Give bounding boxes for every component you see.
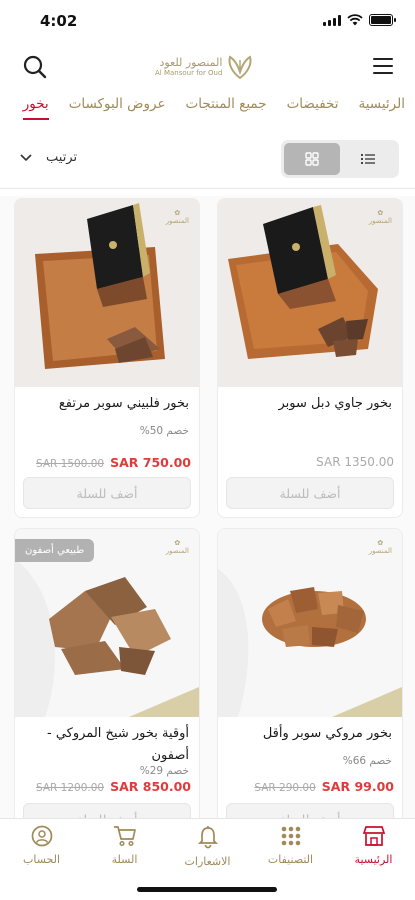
product-price: SAR 99.00	[321, 779, 394, 794]
logo-english: Al Mansour for Oud	[155, 69, 223, 77]
grid-icon	[305, 152, 319, 166]
product-old-price: SAR 1200.00	[36, 782, 105, 794]
product-old-price: SAR 1500.00	[36, 458, 105, 470]
nav-label: التصنيفات	[267, 853, 314, 866]
price-row: SAR 1500.00 SAR 750.00	[23, 455, 191, 470]
nav-home[interactable]: الرئيسية	[332, 825, 415, 868]
tab-incense[interactable]: بخور	[22, 96, 49, 120]
price-row: SAR 1350.00	[226, 455, 394, 469]
watermark-logo: ✿ المنصور	[368, 209, 392, 225]
product-image: ✿ المنصور	[15, 199, 199, 387]
sort-label: ترتيب	[46, 150, 78, 165]
product-card[interactable]: ✿ المنصور بخور مروكي سوبر وأقل خصم 66% SA…	[217, 528, 403, 818]
product-title[interactable]: بخور مروكي سوبر وأقل	[226, 723, 392, 745]
discount-label: خصم 66%	[342, 755, 392, 767]
product-title[interactable]: أوقية بخور شيخ المروكي - أصفون	[23, 723, 189, 767]
add-to-cart-button[interactable]: أضف للسلة	[226, 477, 394, 509]
product-title[interactable]: بخور جاوي دبل سوبر	[226, 393, 392, 415]
signal-icon	[323, 14, 341, 26]
nav-label: الرئيسية	[354, 853, 393, 866]
nav-notifications[interactable]: الاشعارات	[166, 825, 249, 868]
home-indicator	[137, 887, 277, 892]
nav-cart[interactable]: السلة	[83, 825, 166, 868]
app-header: المنصور للعود Al Mansour for Oud	[0, 44, 415, 90]
product-grid: ✿ المنصور بخور جاوي دبل سوبر SAR 1350.00 …	[0, 196, 415, 818]
search-icon	[23, 55, 47, 79]
product-price: SAR 1350.00	[316, 455, 394, 469]
wifi-icon	[347, 14, 363, 26]
logo-emblem-icon	[228, 55, 252, 80]
add-to-cart-button[interactable]: أضف للسلة	[23, 477, 191, 509]
list-view-button[interactable]	[340, 143, 396, 175]
product-title[interactable]: بخور فلبيني سوبر مرتفع	[23, 393, 189, 415]
discount-label: خصم 50%	[139, 425, 189, 437]
product-card[interactable]: ✿ المنصور طبيعي أصفون أوقية بخور شيخ المر…	[14, 528, 200, 818]
search-button[interactable]	[22, 54, 48, 80]
status-time: 4:02	[40, 12, 78, 30]
product-badge: طبيعي أصفون	[15, 539, 95, 562]
bell-icon	[197, 826, 218, 849]
product-image: ✿ المنصور طبيعي أصفون	[15, 529, 199, 717]
tab-discounts[interactable]: تخفيضات	[287, 96, 339, 120]
logo-text: المنصور للعود Al Mansour for Oud	[155, 56, 222, 78]
menu-line	[373, 58, 393, 60]
tab-all-products[interactable]: جميع المنتجات	[186, 96, 267, 120]
product-old-price: SAR 290.00	[254, 782, 316, 794]
price-row: SAR 290.00 SAR 99.00	[226, 779, 394, 794]
product-image: ✿ المنصور	[218, 199, 402, 387]
nav-label: الحساب	[22, 853, 61, 866]
menu-button[interactable]	[373, 58, 393, 74]
discount-label: خصم 29%	[139, 765, 189, 777]
nav-label: السلة	[111, 853, 138, 866]
battery-icon	[369, 14, 396, 26]
brand-logo[interactable]: المنصور للعود Al Mansour for Oud	[155, 52, 259, 82]
product-price: SAR 750.00	[110, 455, 191, 470]
product-image: ✿ المنصور	[218, 529, 402, 717]
watermark-logo: ✿ المنصور	[165, 209, 189, 225]
status-bar: 4:02	[0, 0, 415, 44]
logo-arabic: المنصور للعود	[159, 56, 223, 69]
view-sort-row: ترتيب	[0, 138, 415, 182]
add-to-cart-button[interactable]: أضف للسلة	[23, 803, 191, 818]
status-icons	[323, 14, 396, 26]
sort-button[interactable]: ترتيب	[20, 150, 77, 165]
view-toggle	[281, 140, 399, 178]
bottom-nav: الرئيسية التصنيفات الاشعارات السلة الحسا…	[0, 818, 415, 900]
chevron-down-icon	[20, 153, 32, 161]
price-row: SAR 1200.00 SAR 850.00	[23, 779, 191, 794]
menu-line	[373, 72, 393, 74]
watermark-logo: ✿ المنصور	[165, 539, 189, 555]
tab-box-offers[interactable]: عروض البوكسات	[69, 96, 166, 120]
product-price: SAR 850.00	[110, 779, 191, 794]
add-to-cart-button[interactable]: أضف للسلة	[226, 803, 394, 818]
list-icon	[361, 154, 375, 164]
menu-line	[373, 65, 393, 67]
grid-view-button[interactable]	[284, 143, 340, 175]
divider	[0, 188, 415, 189]
product-card[interactable]: ✿ المنصور بخور جاوي دبل سوبر SAR 1350.00 …	[217, 198, 403, 518]
nav-categories[interactable]: التصنيفات	[249, 825, 332, 868]
user-icon	[31, 825, 52, 847]
tab-home[interactable]: الرئيسية	[359, 96, 406, 120]
store-icon	[362, 826, 385, 846]
watermark-logo: ✿ المنصور	[368, 539, 392, 555]
cart-icon	[113, 826, 136, 847]
nav-account[interactable]: الحساب	[0, 825, 83, 868]
product-card[interactable]: ✿ المنصور بخور فلبيني سوبر مرتفع خصم 50% …	[14, 198, 200, 518]
grid-dots-icon	[281, 826, 300, 846]
category-tabs: الرئيسية تخفيضات جميع المنتجات عروض البو…	[0, 92, 415, 132]
nav-label: الاشعارات	[184, 855, 231, 868]
